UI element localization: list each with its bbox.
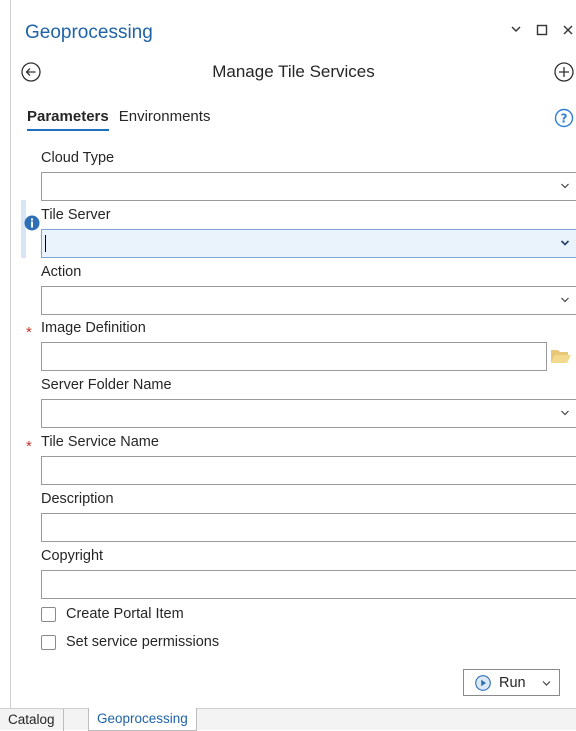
run-button-label: Run — [499, 674, 526, 691]
server-folder-name-label: Server Folder Name — [41, 377, 172, 393]
checkbox-label: Create Portal Item — [66, 606, 184, 622]
tile-service-name-input[interactable] — [41, 456, 576, 485]
bottom-tab-strip: Catalog Geoprocessing — [0, 708, 576, 731]
create-portal-item-option[interactable]: Create Portal Item — [41, 606, 184, 622]
tool-title: Manage Tile Services — [212, 62, 375, 81]
image-definition-input[interactable] — [41, 342, 547, 371]
copyright-input[interactable] — [41, 570, 576, 599]
set-service-permissions-option[interactable]: Set service permissions — [41, 634, 219, 650]
chevron-down-icon[interactable] — [542, 680, 551, 687]
info-icon[interactable] — [24, 215, 40, 231]
tile-server-dropdown[interactable] — [41, 229, 576, 258]
image-definition-label: Image Definition — [41, 320, 146, 336]
create-portal-item-checkbox[interactable] — [41, 606, 56, 622]
cloud-type-label: Cloud Type — [41, 150, 115, 166]
action-dropdown[interactable] — [41, 286, 576, 315]
tile-server-label: Tile Server — [41, 207, 111, 223]
close-icon[interactable] — [562, 24, 576, 36]
tile-service-name-label: Tile Service Name — [41, 434, 159, 450]
chevron-down-icon — [561, 183, 569, 189]
window-controls — [510, 24, 576, 36]
run-button[interactable]: Run — [463, 669, 560, 696]
checkbox-label: Set service permissions — [66, 634, 220, 650]
help-icon[interactable]: ? — [554, 108, 574, 128]
add-to-favorites-button[interactable] — [552, 60, 576, 84]
chevron-down-icon[interactable] — [510, 24, 524, 36]
tab-environments[interactable]: Environments — [119, 108, 211, 131]
maximize-icon[interactable] — [536, 24, 550, 36]
chevron-down-icon — [561, 410, 569, 416]
chevron-down-icon — [561, 297, 569, 303]
parameter-tabs: Parameters Environments — [27, 108, 210, 131]
tab-parameters[interactable]: Parameters — [27, 108, 109, 131]
tab-geoprocessing[interactable]: Geoprocessing — [88, 708, 197, 731]
pane-title: Geoprocessing — [25, 22, 153, 43]
tab-catalog[interactable]: Catalog — [0, 709, 64, 731]
geoprocessing-pane: Geoprocessing Manage Tile Services Param… — [10, 0, 576, 708]
tool-header: Manage Tile Services — [11, 58, 576, 88]
svg-text:?: ? — [561, 112, 568, 126]
set-service-permissions-checkbox[interactable] — [41, 634, 56, 650]
required-marker: * — [26, 438, 32, 455]
play-icon — [475, 674, 491, 691]
plus-circle-icon — [554, 62, 574, 82]
text-caret — [45, 235, 46, 252]
copyright-label: Copyright — [41, 548, 104, 564]
server-folder-name-dropdown[interactable] — [41, 399, 576, 428]
cloud-type-dropdown[interactable] — [41, 172, 576, 201]
action-label: Action — [41, 264, 82, 280]
description-input[interactable] — [41, 513, 576, 542]
folder-open-icon[interactable] — [550, 347, 572, 365]
description-label: Description — [41, 491, 114, 507]
chevron-down-icon — [560, 240, 570, 246]
required-marker: * — [26, 324, 32, 341]
